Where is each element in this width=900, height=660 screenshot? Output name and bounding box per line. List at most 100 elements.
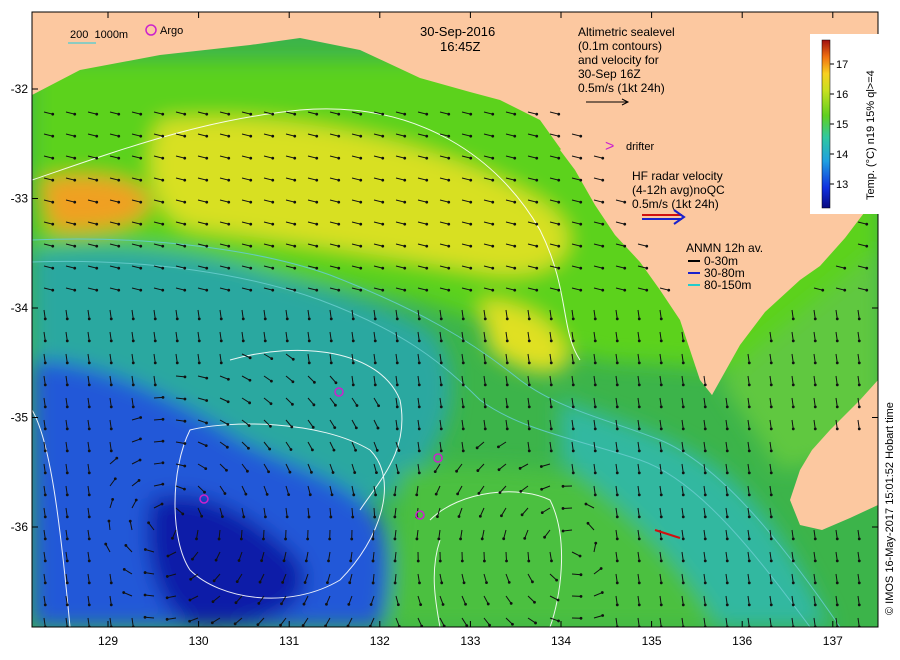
velocity-arrow-head [441, 603, 445, 606]
velocity-arrow-head [197, 317, 201, 321]
velocity-arrow-head [306, 537, 310, 541]
velocity-arrow-head [703, 427, 707, 431]
velocity-arrow-head [615, 493, 619, 497]
velocity-arrow-head [43, 339, 47, 343]
x-tick-label: 130 [189, 634, 209, 648]
velocity-arrow-head [183, 442, 187, 445]
colorbar-scale [821, 39, 831, 209]
velocity-arrow-head [205, 178, 209, 182]
velocity-arrow-head [348, 581, 352, 585]
velocity-arrow-head [439, 427, 443, 431]
velocity-arrow-head [161, 417, 165, 421]
velocity-arrow-head [549, 427, 553, 431]
velocity-arrow-head [95, 134, 99, 138]
velocity-arrow-head [203, 490, 206, 494]
velocity-arrow-head [160, 502, 164, 506]
velocity-arrow-head [195, 537, 198, 541]
velocity-arrow-head [188, 598, 192, 602]
velocity-arrow-head [579, 266, 583, 270]
velocity-arrow-head [725, 581, 729, 585]
velocity-arrow-head [293, 178, 297, 182]
velocity-arrow-head [285, 515, 289, 519]
velocity-arrow-head [681, 339, 685, 343]
velocity-arrow-head [769, 405, 773, 409]
velocity-arrow-head [204, 444, 208, 448]
velocity-arrow-head [527, 405, 531, 409]
velocity-arrow-head [637, 559, 641, 563]
velocity-arrow-head [615, 581, 619, 585]
velocity-arrow-head [505, 405, 509, 409]
velocity-arrow-head [271, 244, 275, 248]
velocity-arrow-head [175, 317, 179, 321]
title-time: 16:45Z [440, 39, 481, 54]
velocity-arrow-head [117, 288, 121, 292]
velocity-arrow-head [425, 266, 429, 270]
velocity-arrow-head [769, 383, 773, 387]
velocity-arrow-head [534, 621, 537, 625]
map-panel [32, 12, 878, 627]
velocity-arrow-head [417, 317, 421, 321]
argo-legend-label: Argo [160, 25, 183, 37]
velocity-arrow-head [349, 559, 353, 563]
velocity-arrow-head [769, 603, 773, 607]
velocity-arrow-head [43, 383, 47, 387]
velocity-arrow-head [403, 134, 407, 138]
velocity-arrow-head [659, 581, 663, 585]
velocity-arrow-head [637, 361, 641, 365]
velocity-arrow-head [285, 339, 289, 343]
velocity-arrow-head [291, 357, 295, 361]
velocity-arrow-head [205, 112, 209, 116]
velocity-arrow-head [571, 405, 575, 409]
velocity-arrow-head [227, 222, 231, 226]
velocity-arrow-head [813, 383, 817, 387]
velocity-arrow-head [139, 112, 143, 116]
velocity-arrow-head [205, 222, 209, 226]
velocity-arrow-head [293, 200, 297, 204]
velocity-arrow-head [381, 244, 385, 248]
velocity-arrow-head [373, 317, 377, 321]
velocity-arrow-head [469, 156, 473, 160]
velocity-arrow-head [107, 519, 111, 523]
altimetry-line2: (0.1m contours) [578, 39, 662, 53]
velocity-arrow-head [351, 317, 355, 321]
velocity-arrow-head [513, 178, 517, 182]
velocity-arrow-head [513, 244, 517, 248]
velocity-arrow-head [395, 427, 399, 431]
velocity-arrow-head [416, 559, 420, 563]
velocity-arrow-head [488, 623, 491, 627]
velocity-arrow-head [359, 134, 363, 138]
velocity-arrow-head [747, 581, 751, 585]
velocity-arrow-head [73, 266, 77, 270]
velocity-arrow-head [263, 515, 267, 519]
velocity-arrow-head [241, 339, 245, 343]
velocity-arrow-head [857, 317, 861, 321]
velocity-arrow-head [747, 449, 751, 453]
velocity-arrow-head [483, 427, 487, 431]
velocity-arrow-head [615, 603, 619, 607]
velocity-arrow-head [600, 591, 604, 594]
velocity-arrow-head [747, 471, 751, 475]
velocity-arrow-head [175, 339, 179, 343]
velocity-arrow-head [352, 493, 356, 497]
velocity-arrow-head [637, 405, 641, 409]
velocity-arrow-head [469, 200, 473, 204]
velocity-arrow-head [659, 383, 663, 387]
velocity-arrow-head [527, 317, 531, 321]
velocity-arrow-head [265, 493, 269, 496]
velocity-arrow-head [139, 416, 143, 419]
velocity-arrow-head [381, 178, 385, 182]
velocity-arrow-head [497, 445, 500, 449]
velocity-arrow-head [325, 602, 328, 606]
velocity-arrow-head [302, 602, 306, 606]
drifter-icon: > [605, 138, 614, 155]
velocity-arrow-head [527, 427, 531, 431]
velocity-arrow-head [835, 339, 839, 343]
velocity-arrow-head [87, 603, 91, 607]
velocity-arrow-head [183, 178, 187, 182]
velocity-arrow-head [571, 317, 575, 321]
velocity-arrow-head [43, 471, 47, 475]
velocity-arrow-head [212, 579, 216, 583]
velocity-arrow-head [393, 493, 397, 497]
altimetry-line5: 0.5m/s (1kt 24h) [578, 81, 665, 95]
velocity-arrow-head [87, 339, 91, 343]
